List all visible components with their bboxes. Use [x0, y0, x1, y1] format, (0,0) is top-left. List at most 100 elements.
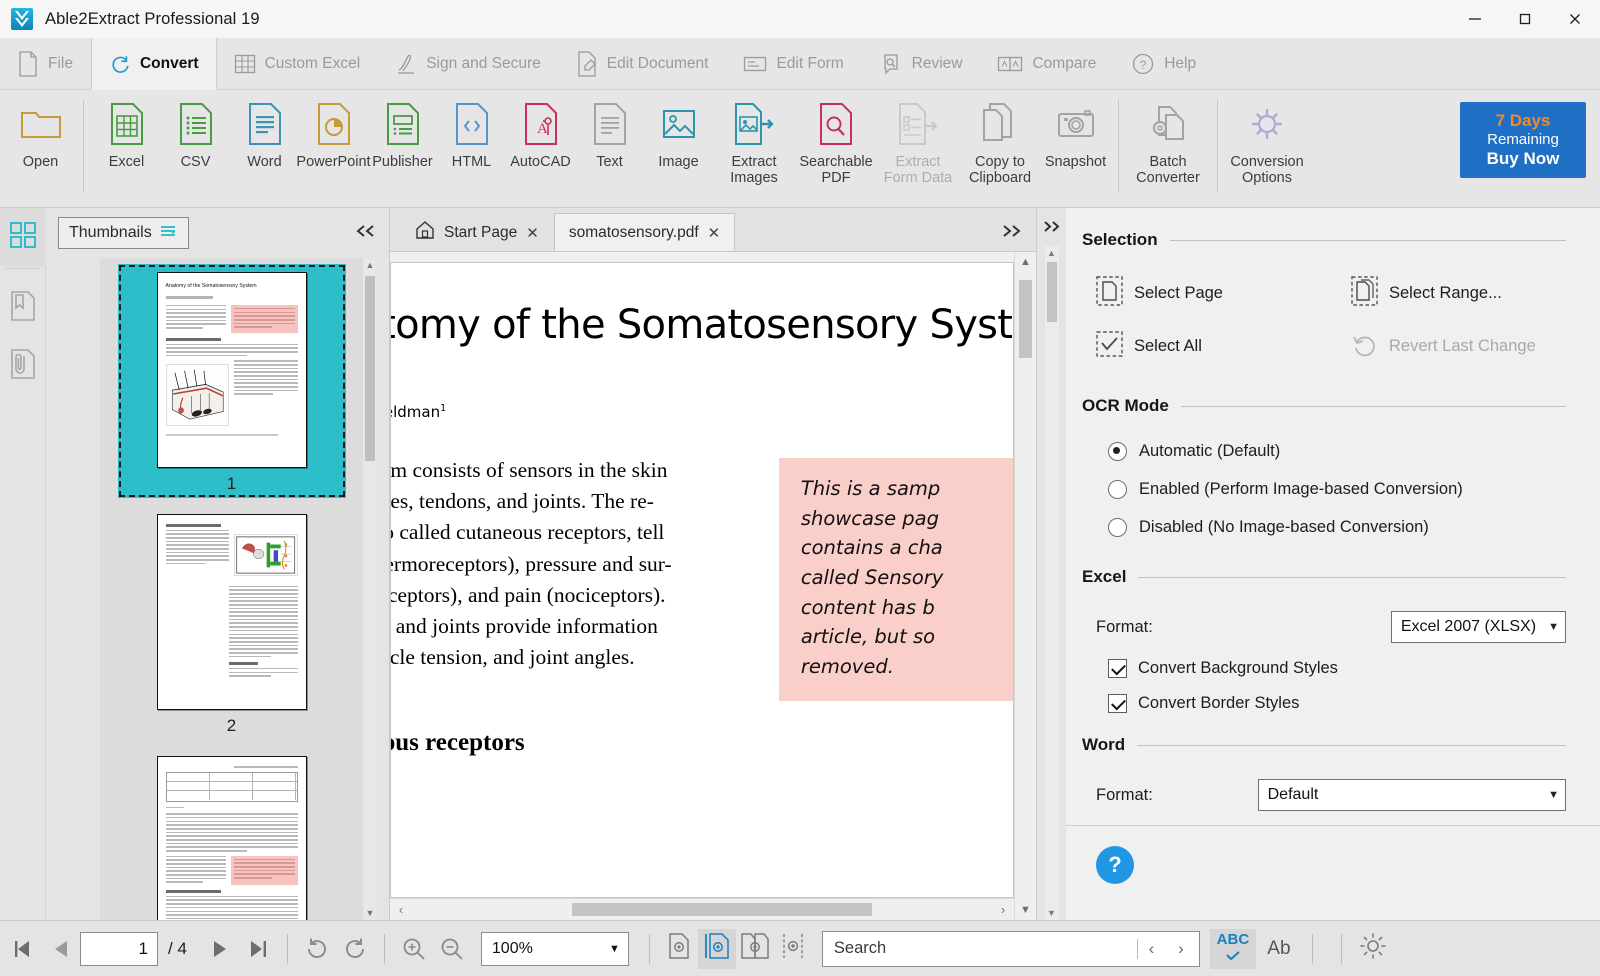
scroll-left-icon[interactable]: ‹: [390, 902, 412, 917]
search-prev-button[interactable]: ‹: [1136, 938, 1165, 959]
single-page-view-button[interactable]: [660, 929, 698, 969]
ribbon-tab-file[interactable]: File: [0, 38, 91, 89]
excel-format-select[interactable]: Excel 2007 (XLSX) ▼: [1390, 611, 1566, 643]
ribbon-button-image[interactable]: Image: [644, 96, 713, 170]
scrollbar-thumb[interactable]: [1046, 262, 1057, 322]
ribbon-button-batch-converter[interactable]: Batch Converter: [1127, 96, 1209, 186]
scroll-down-icon[interactable]: ▼: [363, 906, 377, 920]
scroll-up-icon[interactable]: ▲: [1015, 252, 1036, 272]
zoom-level-select[interactable]: 100% ▼: [480, 931, 629, 966]
ocr-radio-enabled[interactable]: Enabled (Perform Image-based Conversion): [1108, 480, 1566, 499]
word-group-header: Word: [1082, 735, 1566, 755]
two-page-view-button[interactable]: [736, 929, 774, 969]
search-input[interactable]: Search ‹ ›: [821, 930, 1200, 967]
thumbnail-page-1[interactable]: Anatomy of the Somatosensory System 1: [117, 264, 346, 498]
font-button[interactable]: Ab: [1256, 929, 1302, 969]
radio-indicator[interactable]: [1108, 518, 1127, 537]
ribbon-button-html[interactable]: HTML: [437, 96, 506, 170]
scroll-down-icon[interactable]: ▼: [1015, 900, 1036, 920]
title-bar: Able2Extract Professional 19: [0, 0, 1600, 38]
ribbon-button-publisher[interactable]: Publisher: [368, 96, 437, 170]
options-panel-scrollbar[interactable]: ▲ ▼: [1044, 246, 1059, 920]
ocr-radio-disabled[interactable]: Disabled (No Image-based Conversion): [1108, 518, 1566, 537]
ribbon-tab-help[interactable]: ? Help: [1114, 38, 1214, 89]
scroll-down-icon[interactable]: ▼: [1045, 906, 1059, 920]
ribbon-tab-sign-and-secure[interactable]: Sign and Secure: [378, 38, 559, 89]
ribbon-button-word[interactable]: Word: [230, 96, 299, 170]
close-icon[interactable]: [1550, 0, 1600, 38]
convert-border-styles-checkbox[interactable]: Convert Border Styles: [1108, 694, 1566, 713]
ribbon-button-open[interactable]: Open: [6, 96, 75, 170]
more-tabs-icon[interactable]: [1000, 224, 1036, 251]
continuous-page-view-button[interactable]: [697, 928, 736, 969]
checkbox-indicator[interactable]: [1108, 694, 1127, 713]
rail-button-bookmarks[interactable]: [0, 279, 46, 337]
pdf-page[interactable]: Anatomy of the Somatosensory System Davi…: [390, 262, 1014, 898]
hscroll-thumb[interactable]: [572, 902, 872, 916]
cover-page-view-button[interactable]: [774, 929, 812, 969]
ocr-radio-automatic[interactable]: Automatic (Default): [1108, 442, 1566, 461]
close-icon[interactable]: ✕: [708, 224, 721, 242]
select-page-button[interactable]: Select Page: [1096, 276, 1351, 311]
help-button[interactable]: ?: [1096, 846, 1134, 884]
scrollbar-thumb[interactable]: [365, 276, 375, 461]
radio-indicator[interactable]: [1108, 480, 1127, 499]
radio-indicator[interactable]: [1108, 442, 1127, 461]
thumbnail-page-2[interactable]: 2: [118, 506, 346, 740]
expand-right-icon[interactable]: [1041, 220, 1063, 236]
prev-page-button[interactable]: [42, 929, 80, 969]
ribbon-tab-review[interactable]: Review: [862, 38, 981, 89]
spellcheck-button[interactable]: ABC: [1209, 928, 1256, 969]
maximize-icon[interactable]: [1500, 0, 1550, 38]
ribbon-button-searchable-pdf[interactable]: Searchable PDF: [795, 96, 877, 186]
ribbon-button-copy-to-clipboard[interactable]: Copy to Clipboard: [959, 96, 1041, 186]
ribbon-button-excel[interactable]: Excel: [92, 96, 161, 170]
rotate-clockwise-button[interactable]: [298, 929, 336, 969]
rotate-counterclockwise-button[interactable]: [336, 929, 374, 969]
next-page-button[interactable]: [201, 929, 239, 969]
document-canvas[interactable]: Anatomy of the Somatosensory System Davi…: [390, 252, 1014, 898]
rail-button-thumbnails[interactable]: [0, 208, 46, 266]
thumbnails-dropdown[interactable]: Thumbnails: [58, 217, 189, 249]
ribbon-button-extract-images[interactable]: Extract Images: [713, 96, 795, 186]
checkbox-indicator[interactable]: [1108, 659, 1127, 678]
last-page-button[interactable]: [239, 929, 277, 969]
rail-button-attachments[interactable]: [0, 337, 46, 395]
brightness-button[interactable]: [1354, 929, 1392, 969]
ribbon-tab-compare[interactable]: Compare: [980, 38, 1114, 89]
ribbon-tab-edit-form[interactable]: Edit Form: [726, 38, 861, 89]
thumbnails-scrollbar[interactable]: ▲ ▼: [363, 258, 377, 920]
document-vertical-scrollbar[interactable]: ▲ ▼: [1014, 252, 1036, 920]
zoom-in-button[interactable]: [395, 929, 433, 969]
ribbon-tab-convert[interactable]: Convert: [90, 38, 217, 90]
first-page-button[interactable]: [4, 929, 42, 969]
ribbon-button-conversion-options[interactable]: Conversion Options: [1226, 96, 1308, 186]
collapse-left-icon[interactable]: [355, 224, 377, 242]
word-format-select[interactable]: Default ▼: [1257, 779, 1566, 811]
document-horizontal-scrollbar[interactable]: ‹ ›: [390, 898, 1014, 920]
search-next-button[interactable]: ›: [1167, 939, 1195, 959]
thumbnail-page-3[interactable]: 3: [118, 748, 346, 920]
ribbon-button-snapshot[interactable]: Snapshot: [1041, 96, 1110, 170]
minimize-icon[interactable]: [1450, 0, 1500, 38]
hscroll-track[interactable]: [412, 899, 992, 921]
ribbon-button-autocad[interactable]: A AutoCAD: [506, 96, 575, 170]
ribbon-button-csv[interactable]: CSV: [161, 96, 230, 170]
ribbon-tab-edit-document[interactable]: Edit Document: [559, 38, 727, 89]
scroll-up-icon[interactable]: ▲: [363, 258, 377, 272]
ribbon-button-powerpoint[interactable]: PowerPoint: [296, 96, 371, 170]
zoom-out-button[interactable]: [433, 929, 471, 969]
scroll-right-icon[interactable]: ›: [992, 902, 1014, 917]
close-icon[interactable]: ✕: [526, 224, 539, 242]
buy-now-button[interactable]: 7 Days Remaining Buy Now: [1460, 102, 1586, 178]
page-number-input[interactable]: 1: [80, 931, 158, 966]
document-tab-start-page[interactable]: Start Page ✕: [400, 213, 554, 251]
vscroll-thumb[interactable]: [1019, 280, 1032, 358]
ribbon-tab-custom-excel[interactable]: Custom Excel: [217, 38, 379, 89]
ribbon-button-text[interactable]: Text: [575, 96, 644, 170]
convert-background-styles-checkbox[interactable]: Convert Background Styles: [1108, 659, 1566, 678]
select-all-button[interactable]: Select All: [1096, 329, 1351, 364]
document-tab-somatosensory-pdf[interactable]: somatosensory.pdf ✕: [553, 213, 736, 251]
select-range-button[interactable]: Select Range...: [1351, 276, 1566, 311]
scroll-up-icon[interactable]: ▲: [1045, 246, 1059, 260]
